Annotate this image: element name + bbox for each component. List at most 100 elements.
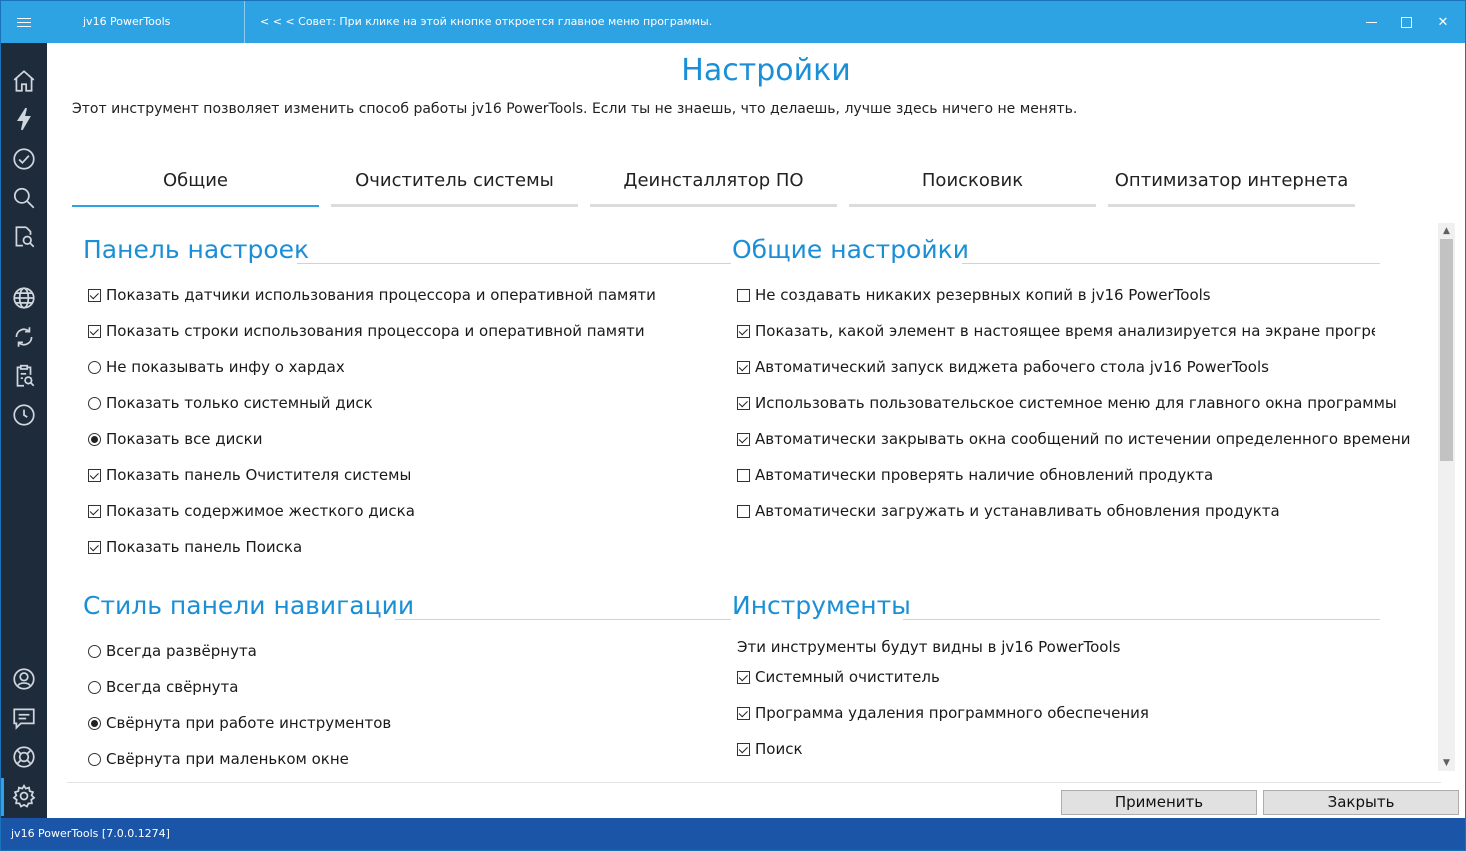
option-check-updates[interactable]: Автоматически проверять наличие обновлен… <box>737 465 1213 485</box>
option-show-scan-item[interactable]: Показать, какой элемент в настоящее врем… <box>737 321 1375 341</box>
scrollbar-thumb[interactable] <box>1440 239 1453 461</box>
option-label: Не показывать инфу о хардах <box>106 358 345 376</box>
checkbox[interactable] <box>737 706 750 720</box>
page-description: Этот инструмент позволяет изменить спосо… <box>72 101 1078 117</box>
settings-panel-title: Панель настроек <box>83 235 310 264</box>
option-autoclose-messages[interactable]: Автоматически закрывать окна сообщений п… <box>737 429 1411 449</box>
option-label: Показать, какой элемент в настоящее врем… <box>755 322 1375 340</box>
option-label: Всегда свёрнута <box>106 678 239 696</box>
checkbox[interactable] <box>737 396 750 410</box>
settings-gear-icon[interactable] <box>10 782 38 810</box>
option-no-backups[interactable]: Не создавать никаких резервных копий в j… <box>737 285 1211 305</box>
option-label: Системный очиститель <box>755 668 940 686</box>
option-cpu-ram-bars[interactable]: Показать строки использования процессора… <box>88 321 645 341</box>
option-label: Свёрнута при работе инструментов <box>106 714 392 732</box>
checkbox[interactable] <box>88 504 101 518</box>
radio-button[interactable] <box>88 432 101 446</box>
minimize-button[interactable] <box>1353 1 1389 43</box>
refresh-icon[interactable] <box>10 323 38 351</box>
option-label: Показать панель Очистителя системы <box>106 466 412 484</box>
tip-text: < < < Совет: При клике на этой кнопке от… <box>260 15 713 28</box>
file-search-icon[interactable] <box>10 223 38 251</box>
radio-button[interactable] <box>88 360 101 374</box>
main-menu-icon[interactable] <box>1 1 47 43</box>
checkbox[interactable] <box>737 288 750 302</box>
option-label: Показать все диски <box>106 430 263 448</box>
maximize-button[interactable] <box>1388 1 1424 43</box>
tab-finder[interactable]: Поисковик <box>849 159 1096 207</box>
checkbox[interactable] <box>737 432 750 446</box>
tab-system-cleaner[interactable]: Очиститель системы <box>331 159 578 207</box>
option-always-collapsed[interactable]: Всегда свёрнута <box>88 677 238 697</box>
clipboard-search-icon[interactable] <box>10 362 38 390</box>
option-system-disk-only[interactable]: Показать только системный диск <box>88 393 373 413</box>
radio-button[interactable] <box>88 716 101 730</box>
option-no-disk-info[interactable]: Не показывать инфу о хардах <box>88 357 345 377</box>
option-cpu-ram-sensors[interactable]: Показать датчики использования процессор… <box>88 285 656 305</box>
apply-button[interactable]: Применить <box>1061 790 1257 815</box>
tab-internet-optimizer[interactable]: Оптимизатор интернета <box>1108 159 1355 207</box>
main-panel: Настройки Этот инструмент позволяет изме… <box>47 43 1465 818</box>
close-button[interactable]: Закрыть <box>1263 790 1459 815</box>
checkbox[interactable] <box>737 670 750 684</box>
option-label: Показать датчики использования процессор… <box>106 286 656 304</box>
vertical-scrollbar[interactable]: ▲ ▼ <box>1438 223 1455 771</box>
section-divider <box>395 619 731 620</box>
option-auto-install-updates[interactable]: Автоматически загружать и устанавливать … <box>737 501 1280 521</box>
checkbox[interactable] <box>88 468 101 482</box>
checkmark-circle-icon[interactable] <box>10 145 38 173</box>
option-label: Показать содержимое жесткого диска <box>106 502 415 520</box>
option-disk-contents[interactable]: Показать содержимое жесткого диска <box>88 501 415 521</box>
radio-button[interactable] <box>88 680 101 694</box>
title-separator <box>244 1 245 43</box>
nav-style-title: Стиль панели навигации <box>83 591 415 620</box>
close-window-button[interactable]: ✕ <box>1425 1 1461 43</box>
scroll-up-icon[interactable]: ▲ <box>1438 223 1455 239</box>
radio-button[interactable] <box>88 396 101 410</box>
support-avatar-icon[interactable] <box>10 665 38 693</box>
checkbox[interactable] <box>88 540 101 554</box>
search-icon[interactable] <box>10 184 38 212</box>
general-settings-title: Общие настройки <box>732 235 969 264</box>
tab-general[interactable]: Общие <box>72 159 319 207</box>
footer-divider <box>67 782 1441 783</box>
settings-content: Панель настроек Показать датчики использ… <box>67 223 1441 783</box>
checkbox[interactable] <box>737 504 750 518</box>
option-always-expanded[interactable]: Всегда развёрнута <box>88 641 257 661</box>
checkbox[interactable] <box>737 742 750 756</box>
scroll-down-icon[interactable]: ▼ <box>1438 755 1455 771</box>
option-autostart-widget[interactable]: Автоматический запуск виджета рабочего с… <box>737 357 1269 377</box>
active-indicator <box>1 778 4 816</box>
option-label: Не создавать никаких резервных копий в j… <box>755 286 1211 304</box>
checkbox[interactable] <box>88 324 101 338</box>
checkbox[interactable] <box>737 324 750 338</box>
option-collapsed-when-tools[interactable]: Свёрнута при работе инструментов <box>88 713 391 733</box>
app-window: jv16 PowerTools < < < Совет: При клике н… <box>0 0 1466 851</box>
tab-software-uninstaller[interactable]: Деинсталлятор ПО <box>590 159 837 207</box>
checkbox[interactable] <box>737 468 750 482</box>
option-label: Всегда развёрнута <box>106 642 257 660</box>
radio-button[interactable] <box>88 644 101 658</box>
help-lifebuoy-icon[interactable] <box>10 743 38 771</box>
checkbox[interactable] <box>737 360 750 374</box>
clock-icon[interactable] <box>10 401 38 429</box>
option-all-disks[interactable]: Показать все диски <box>88 429 262 449</box>
globe-icon[interactable] <box>10 284 38 312</box>
feedback-message-icon[interactable] <box>10 704 38 732</box>
option-collapsed-small-window[interactable]: Свёрнута при маленьком окне <box>88 749 349 769</box>
checkbox[interactable] <box>88 288 101 302</box>
option-label: Автоматически загружать и устанавливать … <box>755 502 1280 520</box>
app-title: jv16 PowerTools <box>83 15 171 28</box>
option-cleaner-panel[interactable]: Показать панель Очистителя системы <box>88 465 411 485</box>
option-tool-search[interactable]: Поиск <box>737 739 803 759</box>
option-label: Поиск <box>755 740 803 758</box>
maximize-icon <box>1400 16 1412 28</box>
option-search-panel[interactable]: Показать панель Поиска <box>88 537 302 557</box>
option-label: Показать только системный диск <box>106 394 373 412</box>
lightning-icon[interactable] <box>10 105 38 133</box>
home-icon[interactable] <box>10 67 38 95</box>
option-tool-system-cleaner[interactable]: Системный очиститель <box>737 667 940 687</box>
radio-button[interactable] <box>88 752 101 766</box>
option-tool-uninstaller[interactable]: Программа удаления программного обеспече… <box>737 703 1149 723</box>
option-custom-system-menu[interactable]: Использовать пользовательское системное … <box>737 393 1397 413</box>
